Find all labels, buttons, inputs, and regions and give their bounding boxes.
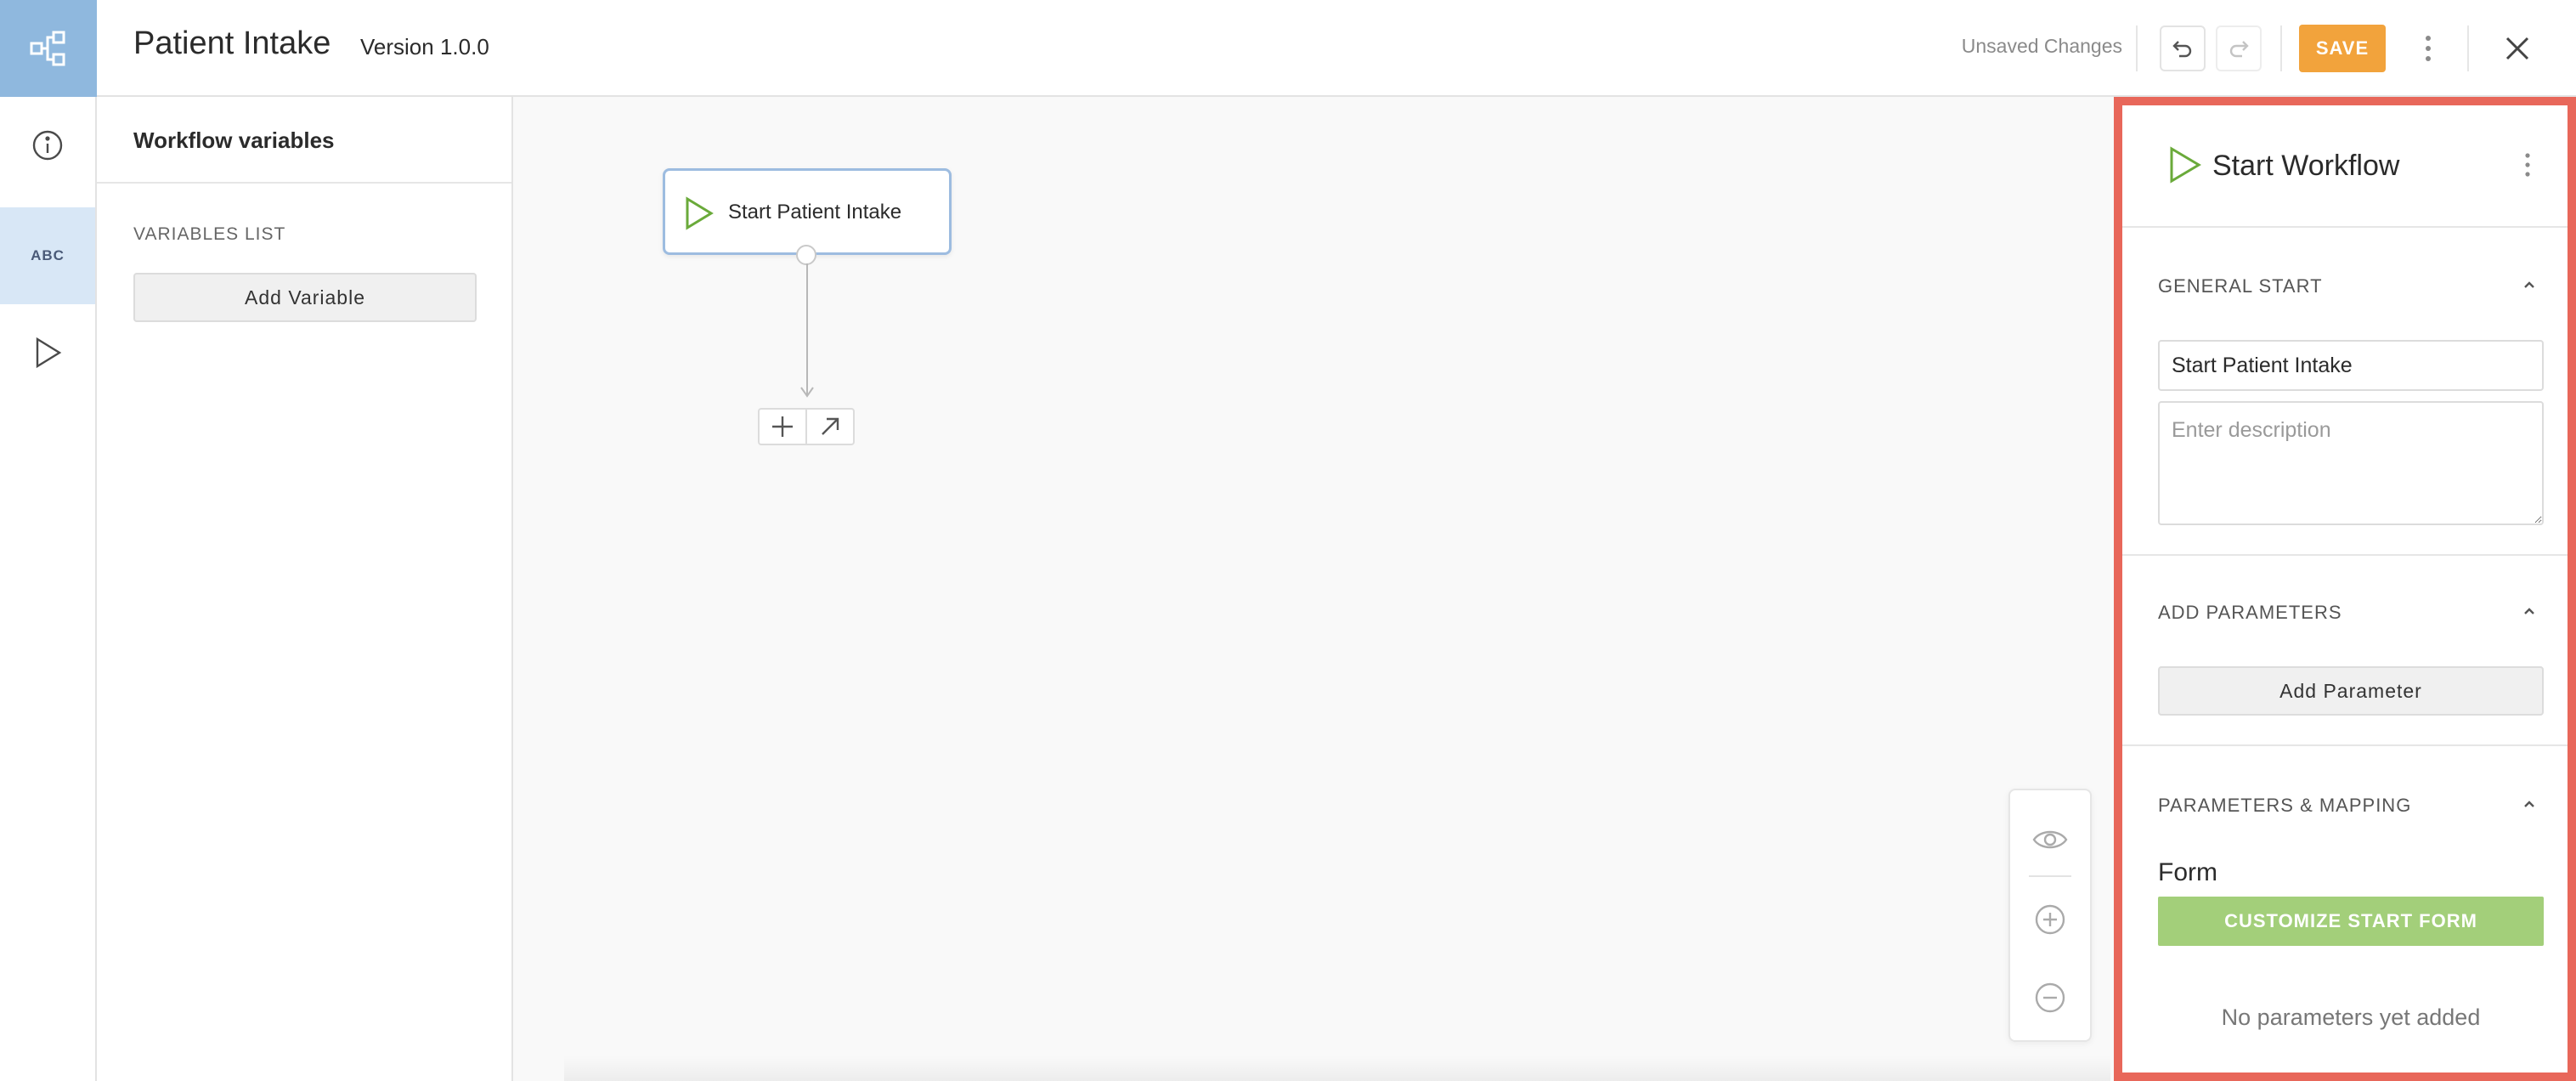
zoom-out-icon — [2035, 982, 2065, 1013]
panel-title: Workflow variables — [97, 97, 511, 184]
connector-arrow — [800, 263, 814, 398]
customize-start-form-button[interactable]: CUSTOMIZE START FORM — [2158, 897, 2544, 946]
chevron-up-icon[interactable] — [2522, 279, 2537, 291]
arrow-up-right-icon — [822, 417, 839, 435]
more-options-icon[interactable] — [2411, 25, 2445, 71]
divider — [2122, 554, 2568, 556]
preview-button[interactable] — [2010, 807, 2090, 872]
workflow-version: Version 1.0.0 — [360, 34, 489, 59]
zoom-controls — [2008, 789, 2092, 1042]
zoom-in-icon — [2035, 904, 2065, 935]
properties-title: Start Workflow — [2212, 150, 2400, 182]
start-play-icon — [686, 196, 714, 230]
properties-header: Start Workflow — [2122, 105, 2568, 228]
divider — [2467, 25, 2469, 71]
info-tab[interactable] — [0, 97, 95, 194]
start-node[interactable]: Start Patient Intake — [663, 168, 952, 255]
divider — [2122, 744, 2568, 746]
start-play-icon — [2170, 146, 2201, 184]
section-add-parameters[interactable]: ADD PARAMETERS — [2158, 602, 2342, 624]
redo-icon — [2229, 41, 2249, 58]
divider — [2280, 25, 2282, 71]
save-button[interactable]: SAVE — [2299, 25, 2386, 72]
node-add-controls — [758, 408, 855, 445]
link-step-button[interactable] — [807, 410, 853, 444]
add-variable-button[interactable]: Add Variable — [133, 273, 477, 322]
left-rail: ABC — [0, 97, 97, 1081]
unsaved-changes-status: Unsaved Changes — [1961, 35, 2122, 57]
empty-parameters-text: No parameters yet added — [2221, 1005, 2481, 1030]
start-node-label: Start Patient Intake — [728, 201, 902, 224]
add-parameter-button[interactable]: Add Parameter — [2158, 666, 2544, 716]
variables-tab[interactable]: ABC — [0, 207, 95, 304]
workflow-logo-icon[interactable] — [0, 0, 97, 97]
chevron-up-icon[interactable] — [2522, 605, 2537, 617]
workflow-variables-panel: Workflow variables VARIABLES LIST Add Va… — [97, 97, 513, 1081]
undo-button[interactable] — [2160, 25, 2206, 71]
form-label: Form — [2158, 858, 2217, 886]
divider — [2136, 25, 2138, 71]
redo-button[interactable] — [2216, 25, 2262, 71]
workflow-canvas[interactable]: Start Patient Intake — [513, 97, 2114, 1081]
chevron-up-icon[interactable] — [2522, 798, 2537, 810]
section-general-start[interactable]: GENERAL START — [2158, 275, 2323, 297]
divider — [2029, 875, 2071, 877]
canvas-bottom-shadow — [564, 1056, 2110, 1081]
description-textarea[interactable] — [2158, 401, 2544, 525]
variables-abc-icon: ABC — [31, 247, 65, 263]
eye-icon — [2032, 830, 2068, 849]
run-tab[interactable] — [0, 304, 95, 401]
section-parameters-mapping[interactable]: PARAMETERS & MAPPING — [2158, 795, 2411, 817]
properties-more-icon[interactable] — [2515, 148, 2540, 182]
close-icon[interactable] — [2498, 29, 2537, 68]
play-icon — [36, 337, 62, 369]
plus-icon — [772, 416, 793, 437]
info-icon — [32, 130, 63, 161]
node-output-handle[interactable] — [796, 245, 816, 265]
zoom-in-button[interactable] — [2010, 887, 2090, 952]
top-header: Patient Intake Version 1.0.0 Unsaved Cha… — [0, 0, 2576, 97]
workflow-title: Patient Intake — [133, 25, 331, 61]
zoom-out-button[interactable] — [2010, 965, 2090, 1030]
add-step-button[interactable] — [760, 410, 807, 444]
variables-list-label: VARIABLES LIST — [133, 224, 286, 244]
start-name-input[interactable] — [2158, 340, 2544, 391]
start-workflow-properties-panel: Start Workflow GENERAL START ADD PARAMET… — [2114, 97, 2576, 1081]
undo-icon — [2172, 41, 2192, 58]
